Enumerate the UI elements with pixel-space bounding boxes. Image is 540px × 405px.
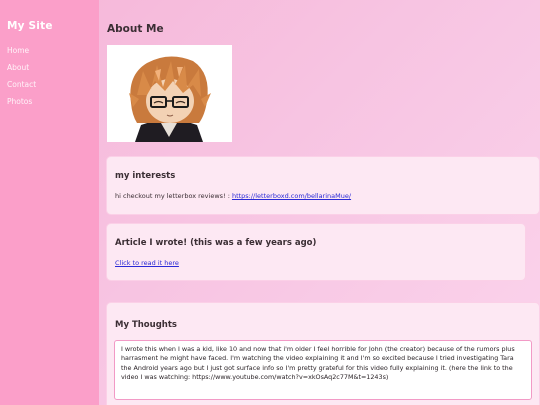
page-title: About Me <box>107 23 164 35</box>
nav-item-contact[interactable]: Contact <box>7 80 99 89</box>
article-link[interactable]: Click to read it here <box>115 259 179 267</box>
anime-avatar-image <box>107 45 232 142</box>
thoughts-card: My Thoughts I wrote this when I was a ki… <box>106 302 540 405</box>
nav-item-home[interactable]: Home <box>7 46 99 55</box>
main-content: About Me my interests hi checkout my let… <box>99 0 540 405</box>
site-title[interactable]: My Site <box>7 20 99 32</box>
sidebar: My Site Home About Contact Photos <box>0 0 99 405</box>
nav-item-photos[interactable]: Photos <box>7 97 99 106</box>
article-link-wrap: Click to read it here <box>115 259 179 267</box>
interests-text-prefix: hi checkout my letterbox reviews! : <box>115 192 232 200</box>
article-card: Article I wrote! (this was a few years a… <box>106 223 526 281</box>
avatar <box>107 45 232 142</box>
thoughts-heading: My Thoughts <box>115 320 177 330</box>
interests-text: hi checkout my letterbox reviews! : http… <box>115 192 351 200</box>
nav-item-about[interactable]: About <box>7 63 99 72</box>
interests-card: my interests hi checkout my letterbox re… <box>106 156 540 215</box>
interests-heading: my interests <box>115 171 176 181</box>
article-heading: Article I wrote! (this was a few years a… <box>115 238 317 248</box>
letterboxd-link[interactable]: https://letterboxd.com/bellarinaMue/ <box>232 192 351 200</box>
thoughts-text-box[interactable]: I wrote this when I was a kid, like 10 a… <box>114 340 532 400</box>
